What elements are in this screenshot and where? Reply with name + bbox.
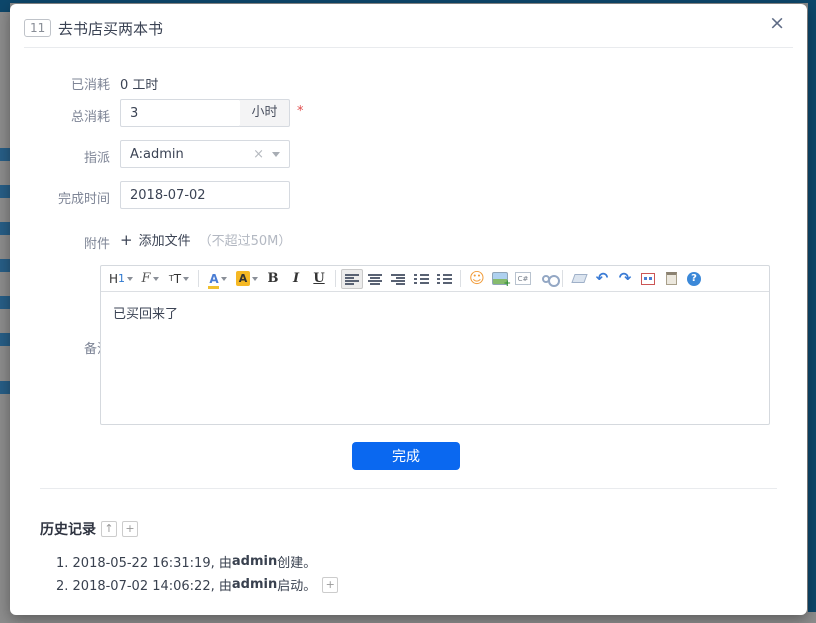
font-family-icon[interactable]: F (136, 269, 164, 289)
assignee-select[interactable]: A:admin × (120, 140, 290, 168)
font-color-icon[interactable]: A (204, 269, 232, 289)
ordered-list-icon[interactable] (410, 269, 432, 289)
consumed-label: 已消耗 (70, 78, 110, 93)
background-row-badge (0, 185, 10, 198)
background-row-badge (0, 381, 10, 394)
chevron-down-icon[interactable] (272, 151, 280, 157)
font-size-icon[interactable]: TT (165, 269, 193, 289)
task-id-badge: 11 (24, 19, 52, 37)
consumed-value: 0 工时 (120, 78, 159, 93)
source-code-icon[interactable] (660, 269, 682, 289)
insert-link-icon[interactable] (535, 269, 560, 289)
history-item: 1. 2018-05-22 16:31:19, 由 admin 创建。 (56, 552, 316, 571)
align-center-icon[interactable] (364, 269, 386, 289)
dialog-title: 去书店买两本书 (58, 20, 164, 38)
toolbar-separator (198, 270, 199, 287)
redo-icon[interactable]: ↷ (614, 269, 636, 289)
background-row-badge (0, 333, 10, 346)
screen: 11 去书店买两本书 × 已消耗 0 工时 总消耗 小时 * 指派 A:admi… (0, 0, 816, 623)
bold-icon[interactable]: B (262, 269, 284, 289)
align-right-icon[interactable] (387, 269, 409, 289)
heading-format-icon[interactable]: H1 (107, 269, 135, 289)
add-file-link[interactable]: 添加文件 (139, 230, 191, 249)
highlight-color-icon[interactable]: A (233, 269, 261, 289)
history-action: 启动。 (277, 579, 317, 594)
remark-content-area[interactable]: 已买回来了 (101, 292, 769, 424)
editor-toolbar: H1 F TT A A B I U ☺ + C# ↶ ↷ ? (101, 266, 769, 292)
help-icon[interactable]: ? (683, 269, 705, 289)
history-entry-text: 2. 2018-07-02 14:06:22, 由 (56, 579, 232, 594)
background-row-badge (0, 296, 10, 309)
attachment-label: 附件 (83, 237, 110, 252)
history-user: admin (231, 554, 278, 569)
unordered-list-icon[interactable] (433, 269, 455, 289)
undo-icon[interactable]: ↶ (591, 269, 613, 289)
assignee-value: A:admin (130, 146, 184, 162)
assign-label: 指派 (83, 151, 110, 166)
total-consumed-input[interactable] (120, 99, 241, 127)
emoticon-icon[interactable]: ☺ (466, 269, 488, 289)
toolbar-separator (562, 270, 563, 287)
background-row-badge (0, 222, 10, 235)
toolbar-separator (335, 270, 336, 287)
background-header-strip (0, 0, 816, 3)
history-entry-text: 1. 2018-05-22 16:31:19, 由 (56, 556, 232, 571)
attachment-row: + 添加文件 （不超过50M） (120, 230, 292, 250)
toolbar-separator (460, 270, 461, 287)
remark-rich-editor: H1 F TT A A B I U ☺ + C# ↶ ↷ ? 已买回来了 (100, 265, 770, 425)
collapse-history-icon[interactable]: ↑ (101, 521, 117, 537)
finish-date-input[interactable] (120, 181, 290, 209)
insert-image-icon[interactable] (489, 269, 511, 289)
clear-selection-icon[interactable]: × (253, 147, 264, 162)
remark-label: 备注 (83, 342, 110, 357)
history-title-text: 历史记录 (40, 522, 96, 538)
expand-history-detail-icon[interactable]: + (322, 576, 339, 593)
history-item: 2. 2018-07-02 14:06:22, 由 admin 启动。 + (56, 575, 339, 594)
file-size-hint: （不超过50M） (198, 234, 292, 249)
header-divider (24, 47, 793, 48)
background-row-badge (0, 259, 10, 272)
required-asterisk: * (297, 104, 304, 119)
total-consumed-label: 总消耗 (70, 110, 110, 125)
history-section-title: 历史记录 ↑ + (40, 519, 138, 539)
close-icon[interactable]: × (769, 14, 785, 33)
background-row-badge (0, 148, 10, 161)
align-left-icon[interactable] (341, 268, 363, 289)
finish-task-dialog: 11 去书店买两本书 × 已消耗 0 工时 总消耗 小时 * 指派 A:admi… (10, 4, 807, 615)
add-file-plus-icon[interactable]: + (120, 231, 133, 249)
add-comment-icon[interactable]: + (122, 521, 138, 537)
italic-icon[interactable]: I (285, 269, 307, 289)
history-user: admin (231, 577, 278, 592)
background-corner (0, 0, 10, 12)
finish-button[interactable]: 完成 (352, 442, 460, 470)
background-right-strip (808, 0, 816, 612)
finish-date-label: 完成时间 (57, 192, 110, 207)
underline-icon[interactable]: U (308, 269, 330, 289)
remove-format-icon[interactable] (568, 269, 590, 289)
hours-unit-addon: 小时 (240, 99, 290, 127)
fullscreen-icon[interactable] (637, 269, 659, 289)
history-action: 创建。 (277, 556, 317, 571)
section-divider (40, 488, 777, 489)
insert-code-icon[interactable]: C# (512, 269, 534, 289)
